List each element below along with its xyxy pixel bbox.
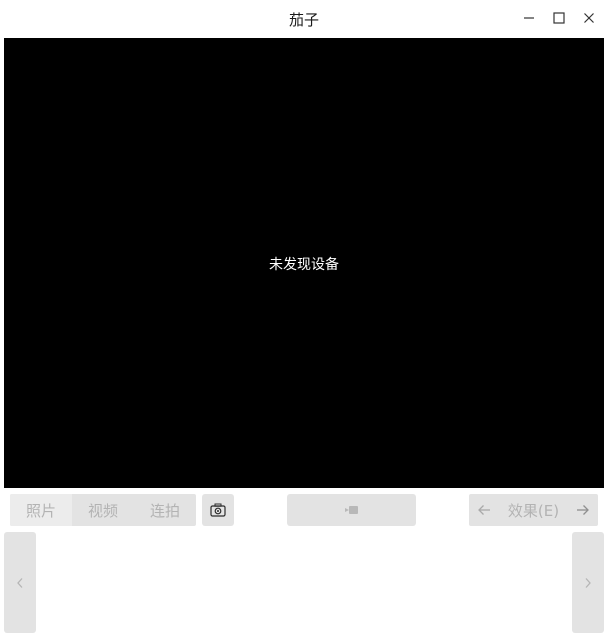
minimize-icon [524, 17, 534, 19]
no-device-message: 未发现设备 [269, 257, 339, 273]
minimize-button[interactable] [515, 4, 543, 32]
video-record-icon [344, 506, 358, 514]
effects-label[interactable]: 效果(E) [499, 500, 568, 521]
effects-selector: 效果(E) [469, 494, 598, 526]
close-button[interactable] [575, 4, 603, 32]
previous-effect-button[interactable] [469, 494, 499, 526]
arrow-right-icon [577, 505, 589, 515]
next-effect-button[interactable] [568, 494, 598, 526]
maximize-icon [553, 12, 565, 24]
thumbnail-prev-button[interactable] [4, 532, 36, 633]
tab-burst[interactable]: 连拍 [134, 494, 196, 526]
camera-icon [210, 503, 226, 517]
tab-photo[interactable]: 照片 [10, 494, 72, 526]
maximize-button[interactable] [545, 4, 573, 32]
chevron-right-icon [585, 577, 591, 588]
take-photo-button[interactable] [202, 494, 234, 526]
close-icon [584, 13, 594, 23]
thumbnail-next-button[interactable] [572, 532, 604, 633]
shutter-button[interactable] [287, 494, 416, 526]
chevron-left-icon [17, 577, 23, 588]
camera-viewport: 未发现设备 [4, 38, 604, 488]
title-bar: 茄子 [0, 0, 608, 38]
tab-video[interactable]: 视频 [72, 494, 134, 526]
arrow-left-icon [478, 505, 490, 515]
capture-mode-tabs: 照片 视频 连拍 [10, 494, 196, 526]
